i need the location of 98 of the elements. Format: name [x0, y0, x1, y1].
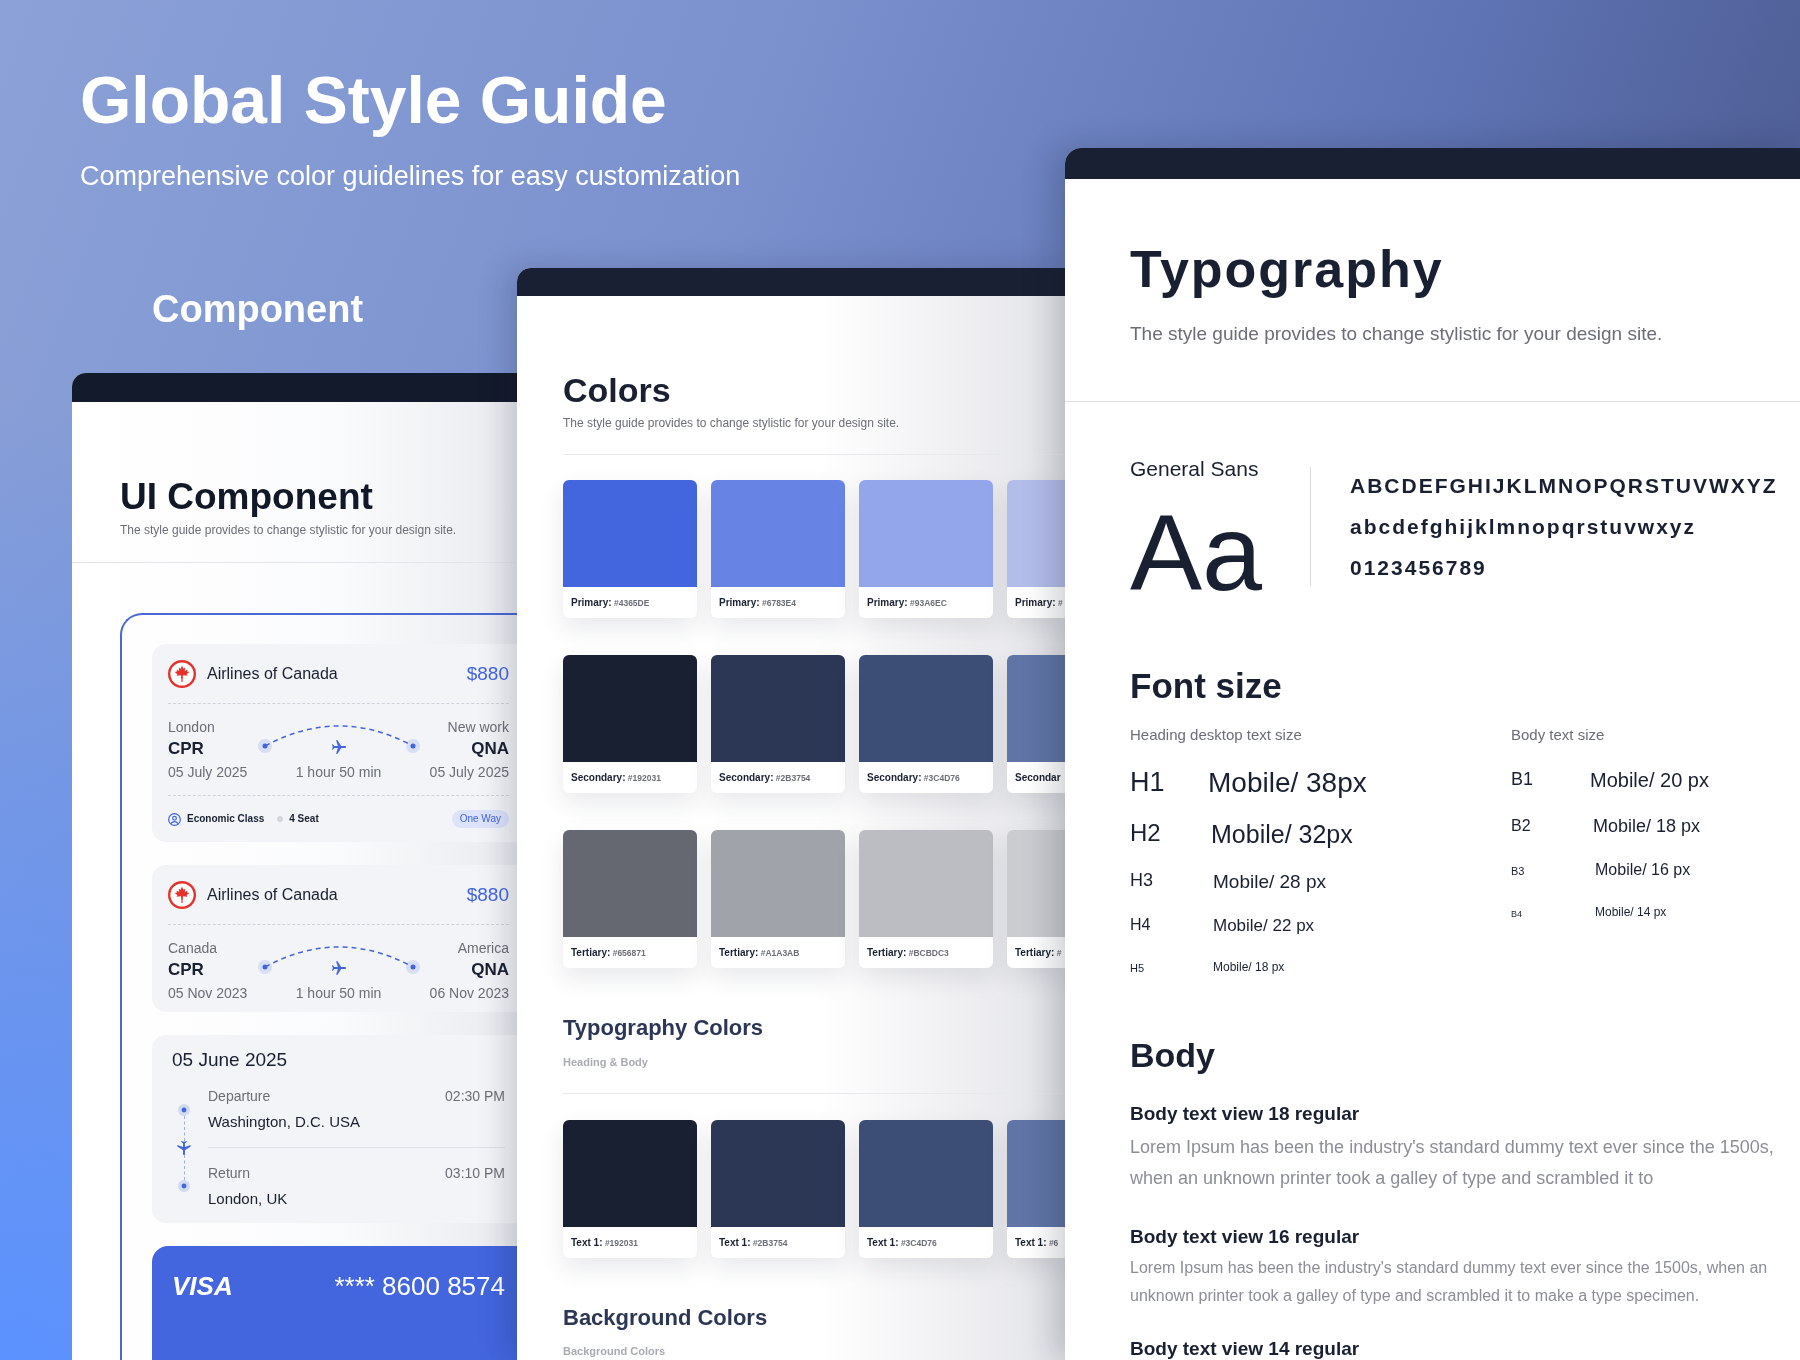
city-name: London: [168, 718, 215, 737]
swatch-label: Secondary: #3C4D76: [867, 772, 960, 783]
itinerary-date: 05 June 2025: [172, 1048, 288, 1072]
panel-title: Colors: [563, 373, 671, 407]
size-value: Mobile/ 18 px: [1593, 817, 1701, 835]
leg-place: London, UK: [208, 1189, 288, 1209]
size-tag: B1: [1511, 769, 1534, 789]
flight-date: 05 Nov 2023: [168, 984, 248, 1003]
plane-icon: [177, 1141, 191, 1155]
flight-duration: 1 hour 50 min: [295, 984, 382, 1003]
dot-icon: [178, 1104, 190, 1116]
city-name: America: [457, 939, 509, 958]
size-value: Mobile/ 32px: [1211, 821, 1353, 847]
swatch-label: Text 1: #6: [1015, 1237, 1059, 1248]
airline-name: Airlines of Canada: [207, 665, 338, 682]
size-tag: B4: [1511, 909, 1522, 919]
glyph-row-text: abcdefghijklmnopqrstuvwxyz: [1350, 514, 1697, 540]
swatch-label: Secondary: #192031: [571, 772, 661, 783]
scale-label: Heading desktop text size: [1130, 727, 1302, 742]
size-tag: H4: [1130, 916, 1151, 933]
flight-date: 05 July 2025: [168, 763, 248, 782]
section-title: Font size: [1130, 668, 1282, 703]
city-name: Canada: [168, 939, 218, 958]
sample-text: Lorem Ipsum has been the industry's standard dummy text ever since the 1500s, when an unknown printer took a galley of type and scrambled it to make a type specimen.: [1130, 1258, 1769, 1306]
swatch-label: Primary: #: [1015, 597, 1063, 608]
maple-leaf-logo-icon: [168, 880, 196, 909]
swatch-label: Primary: #93A6EC: [867, 597, 947, 608]
leg-time: 03:10 PM: [445, 1164, 505, 1183]
ticket-price: $880: [466, 885, 509, 904]
card-brand: VISA: [172, 1270, 233, 1302]
size-value: Mobile/ 22 px: [1213, 916, 1315, 934]
size-tag: H5: [1130, 962, 1145, 974]
card-number: **** 8600 8574: [334, 1270, 505, 1302]
font-family-name: General Sans: [1130, 458, 1259, 479]
sample-title: Body text view 14 regular: [1130, 1339, 1360, 1358]
swatch-label: Primary: #4365DE: [571, 597, 650, 608]
cabin-class: Economic Class: [187, 814, 265, 824]
sample-title: Body text view 16 regular: [1130, 1227, 1360, 1246]
size-tag: B2: [1511, 817, 1531, 834]
size-value: Mobile/ 14 px: [1595, 906, 1667, 918]
airport-code: CPR: [168, 959, 204, 981]
trip-type-tag: One Way: [451, 810, 509, 828]
glyph-row-text: 0123456789: [1350, 555, 1487, 581]
sample-title: Body text view 18 regular: [1130, 1104, 1360, 1123]
leg-label: Departure: [208, 1087, 271, 1106]
size-value: Mobile/ 18 px: [1213, 961, 1285, 973]
panel-description: The style guide provides to change stylistic for your design site.: [120, 524, 457, 536]
airport-code: CPR: [168, 738, 204, 760]
swatch-label: Text 1: #2B3754: [719, 1237, 788, 1248]
section-title: Typography Colors: [563, 1017, 764, 1039]
bullet-icon: [277, 816, 284, 822]
leg-time: 02:30 PM: [445, 1087, 505, 1106]
font-sample: Aa: [1130, 499, 1263, 607]
plane-icon: [331, 740, 346, 754]
flight-date: 05 July 2025: [429, 763, 509, 782]
size-tag: H1: [1130, 766, 1165, 797]
airport-code: QNA: [471, 959, 509, 981]
panel-description: The style guide provides to change stylistic for your design site.: [1130, 324, 1663, 343]
swatch-label: Text 1: #192031: [571, 1237, 638, 1248]
size-value: Mobile/ 28 px: [1213, 871, 1326, 891]
user-circle-icon: [168, 812, 181, 826]
size-tag: H2: [1130, 818, 1161, 846]
ticket-price: $880: [466, 664, 509, 683]
section-title: Background Colors: [563, 1307, 768, 1329]
size-tag: H3: [1130, 870, 1153, 890]
airline-name: Airlines of Canada: [207, 886, 338, 903]
swatch-label: Tertiary: #BCBDC3: [867, 947, 949, 958]
swatch-label: Primary: #6783E4: [719, 597, 796, 608]
leg-label: Return: [208, 1164, 251, 1183]
section-subtitle: Heading & Body: [563, 1057, 648, 1068]
section-title: Body: [1130, 1038, 1215, 1072]
flight-date: 06 Nov 2023: [429, 984, 509, 1003]
city-name: New work: [447, 718, 509, 737]
swatch-label: Text 1: #3C4D76: [867, 1237, 937, 1248]
glyph-row-text: ABCDEFGHIJKLMNOPQRSTUVWXYZ: [1350, 473, 1778, 499]
swatch-label: Secondary: #2B3754: [719, 772, 811, 783]
sample-text: Lorem Ipsum has been the industry's standard dummy text ever since the 1500s, when an unknown printer took a galley of type and scrambled it to: [1130, 1136, 1775, 1190]
scale-label: Body text size: [1511, 727, 1605, 742]
section-subtitle: Background Colors: [563, 1346, 666, 1357]
swatch-label: Tertiary: #656871: [571, 947, 646, 958]
size-value: Mobile/ 38px: [1208, 769, 1367, 797]
size-value: Mobile/ 16 px: [1595, 862, 1691, 878]
section-heading: Component: [152, 290, 364, 328]
dot-icon: [178, 1180, 190, 1192]
leg-place: Washington, D.C. USA: [208, 1112, 360, 1132]
flight-duration: 1 hour 50 min: [295, 763, 382, 782]
plane-icon: [331, 961, 346, 975]
panel-title: UI Component: [120, 478, 373, 515]
maple-leaf-logo-icon: [168, 659, 196, 688]
size-value: Mobile/ 20 px: [1590, 770, 1709, 790]
swatch-label: Secondar: [1015, 772, 1061, 783]
swatch-label: Tertiary: #: [1015, 947, 1062, 958]
size-tag: B3: [1511, 865, 1525, 877]
airport-code: QNA: [471, 738, 509, 760]
seat-count: 4 Seat: [289, 814, 319, 824]
page-subtitle: Comprehensive color guidelines for easy customization: [80, 163, 741, 190]
panel-description: The style guide provides to change stylistic for your design site.: [563, 417, 900, 429]
swatch-label: Tertiary: #A1A3AB: [719, 947, 800, 958]
